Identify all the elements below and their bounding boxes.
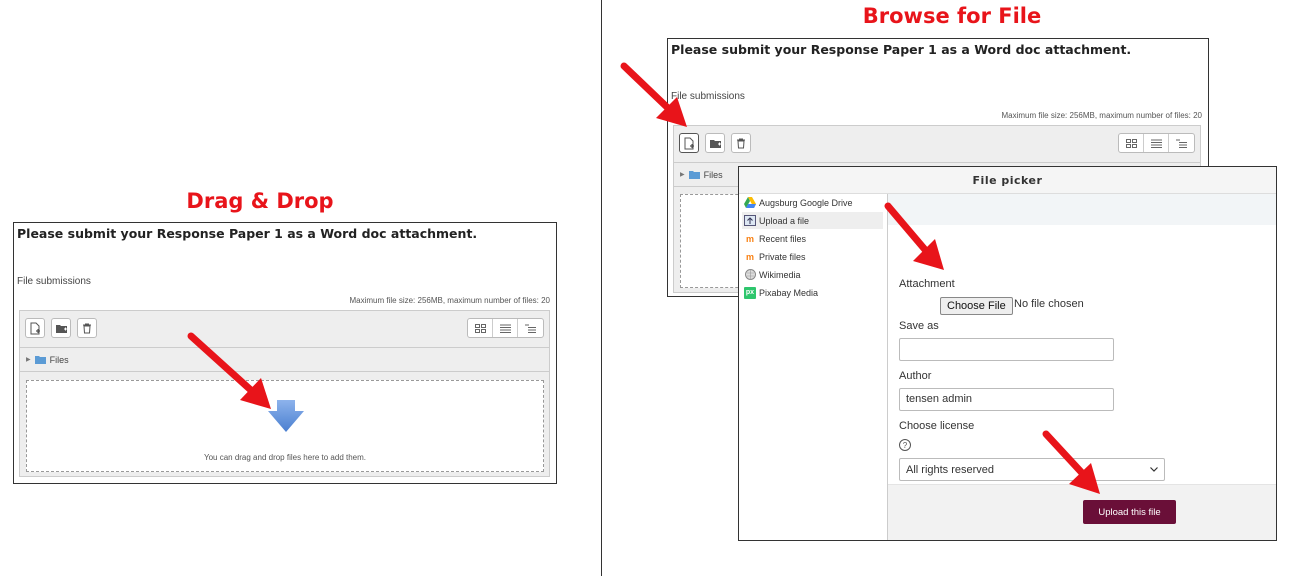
delete-button[interactable] [731,133,751,153]
folder-icon [688,171,700,179]
help-icon[interactable]: ? [899,439,911,451]
chevron-down-icon [1150,467,1158,472]
view-switcher [467,318,544,338]
repo-item-upload[interactable]: Upload a file [742,212,883,229]
wikimedia-icon [744,269,756,281]
browse-file-heading: Browse for File [862,4,1042,28]
repo-label: Wikimedia [759,269,801,280]
add-file-icon [30,322,40,334]
tree-view-button[interactable] [1169,134,1194,152]
icons-view-button[interactable] [468,319,493,337]
list-view-button[interactable] [1144,134,1169,152]
max-size-text: Maximum file size: 256MB, maximum number… [349,296,550,305]
repository-list: Augsburg Google Drive Upload a file m Re… [739,194,888,540]
red-pointer-arrow-choose-file [884,202,944,270]
submission-panel-left: Please submit your Response Paper 1 as a… [13,222,557,484]
red-pointer-arrow-upload [1042,430,1100,494]
author-input[interactable]: tensen admin [899,388,1114,411]
files-label: Files [703,169,723,180]
tree-view-icon [1176,139,1187,148]
file-picker-dialog: File picker Augsburg Google Drive Upload… [738,166,1277,541]
red-pointer-arrow-add-file [620,62,687,127]
file-picker-title: File picker [739,167,1276,194]
pixabay-icon: px [744,286,756,299]
folder-icon [34,356,46,364]
upload-icon [744,215,756,227]
no-file-chosen-text: No file chosen [1014,298,1084,310]
add-file-button[interactable] [25,318,45,338]
license-select[interactable]: All rights reserved [899,458,1165,481]
expand-arrow-icon: ▶ [26,357,31,363]
license-label: Choose license [899,420,975,432]
list-view-icon [1150,139,1162,148]
help-icon-glyph: ? [902,440,908,450]
moodle-recent-icon: m [745,233,754,244]
trash-icon [737,138,745,148]
repo-item-google-drive[interactable]: Augsburg Google Drive [742,194,883,211]
expand-arrow-icon: ▶ [680,172,685,178]
drag-drop-heading: Drag & Drop [186,189,334,213]
grid-view-icon [1125,138,1137,148]
create-folder-icon [709,139,721,148]
repo-label: Pixabay Media [759,287,819,298]
license-value: All rights reserved [906,463,995,476]
icons-view-button[interactable] [1119,134,1144,152]
trash-icon [83,323,91,333]
tree-view-button[interactable] [518,319,543,337]
repo-item-wikimedia[interactable]: Wikimedia [742,266,883,283]
tree-view-icon [525,324,536,333]
assignment-instructions: Please submit your Response Paper 1 as a… [17,226,478,241]
repo-label: Recent files [759,233,807,244]
files-label: Files [49,354,69,365]
page-divider [601,0,602,576]
repo-label: Upload a file [759,215,810,226]
file-submissions-label: File submissions [17,276,91,287]
create-folder-button[interactable] [705,133,725,153]
view-switcher [1118,133,1195,153]
red-pointer-arrow-left [187,332,271,409]
list-view-icon [499,324,511,333]
repo-item-recent[interactable]: m Recent files [742,230,883,247]
assignment-instructions: Please submit your Response Paper 1 as a… [671,42,1132,57]
repo-label: Private files [759,251,806,262]
repo-label: Augsburg Google Drive [759,197,853,208]
list-view-button[interactable] [493,319,518,337]
drop-zone[interactable]: You can drag and drop files here to add … [26,380,544,472]
grid-view-icon [474,323,486,333]
save-as-label: Save as [899,320,939,332]
max-size-text: Maximum file size: 256MB, maximum number… [1001,111,1202,120]
save-as-input[interactable] [899,338,1114,361]
delete-button[interactable] [77,318,97,338]
drop-zone-text: You can drag and drop files here to add … [203,453,367,462]
google-drive-icon [744,197,756,209]
author-label: Author [899,370,932,382]
repo-item-pixabay[interactable]: px Pixabay Media [742,284,883,301]
moodle-private-icon: m [745,251,754,262]
choose-file-button[interactable]: Choose File [940,297,1013,315]
repo-item-private[interactable]: m Private files [742,248,883,265]
create-folder-button[interactable] [51,318,71,338]
create-folder-icon [55,324,67,333]
